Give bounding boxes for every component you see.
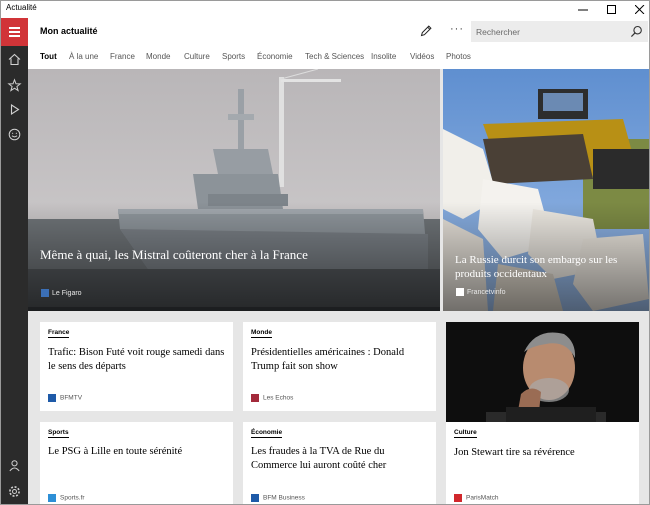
news-feed: Même à quai, les Mistral coûteront cher … — [28, 69, 649, 504]
tab-photos[interactable]: Photos — [446, 52, 471, 61]
sports-fr-logo-icon — [48, 494, 56, 502]
maximize-button[interactable] — [598, 1, 626, 18]
card-source-name: ParisMatch — [466, 494, 499, 502]
hamburger-menu-button[interactable] — [1, 18, 28, 46]
close-button[interactable] — [626, 1, 649, 18]
title-bar: Actualité — [1, 1, 649, 18]
settings-icon[interactable] — [7, 484, 22, 499]
tab-monde[interactable]: Monde — [146, 52, 170, 61]
tab-insolite[interactable]: Insolite — [371, 52, 396, 61]
account-icon[interactable] — [7, 458, 22, 473]
hero-source-name: Le Figaro — [52, 289, 82, 297]
card-title: Les fraudes à la TVA de Rue du Commerce … — [251, 446, 387, 472]
card-source-name: BFMTV — [60, 394, 83, 402]
bfmtv-logo-icon — [48, 394, 56, 402]
card-source: BFM Business — [251, 494, 305, 502]
card-category: Culture — [454, 429, 477, 438]
hero-article-main[interactable]: Même à quai, les Mistral coûteront cher … — [28, 69, 440, 311]
hero-article-side[interactable]: La Russie durcit son embargo sur les pro… — [443, 69, 649, 311]
card-category: Économie — [251, 429, 283, 438]
hero-source: Le Figaro — [41, 289, 82, 297]
hero-side-source: Francetvinfo — [456, 288, 506, 296]
category-tabs: Tout À la une France Monde Culture Sport… — [28, 46, 649, 68]
hero-headline: Même à quai, les Mistral coûteront cher … — [40, 247, 308, 262]
app-window: Actualité Mon actualité ··· Rechercher T… — [0, 0, 650, 505]
card-photo-portrait — [446, 322, 639, 422]
video-icon[interactable] — [7, 102, 22, 117]
tab-economie[interactable]: Économie — [257, 52, 293, 61]
tab-france[interactable]: France — [110, 52, 135, 61]
sidebar — [1, 18, 28, 504]
card-source: BFMTV — [48, 394, 82, 402]
card-title: Le PSG à Lille en toute sérénité — [48, 446, 183, 457]
pen-icon[interactable] — [419, 24, 433, 38]
card-title: Trafic: Bison Futé voit rouge samedi dan… — [48, 347, 225, 373]
card-source: Sports.fr — [48, 494, 85, 502]
card-source: ParisMatch — [454, 494, 499, 502]
search-box — [471, 21, 648, 42]
search-icon[interactable] — [630, 25, 643, 38]
le-figaro-logo-icon — [41, 289, 49, 297]
tab-tout[interactable]: Tout — [40, 52, 57, 61]
card-category: Monde — [251, 329, 272, 338]
hero-image-warship — [28, 69, 440, 311]
card-source-name: Les Echos — [263, 394, 294, 402]
window-title: Actualité — [6, 3, 37, 12]
news-card-france[interactable]: France Trafic: Bison Futé voit rouge sam… — [40, 322, 233, 411]
card-category: Sports — [48, 429, 69, 438]
card-source: Les Echos — [251, 394, 293, 402]
card-title: Présidentielles américaines : Donald Tru… — [251, 347, 405, 373]
les-echos-logo-icon — [251, 394, 259, 402]
parismatch-logo-icon — [454, 494, 462, 502]
news-card-monde[interactable]: Monde Présidentielles américaines : Dona… — [243, 322, 436, 411]
news-card-economie[interactable]: Économie Les fraudes à la TVA de Rue du … — [243, 422, 436, 504]
tab-culture[interactable]: Culture — [184, 52, 210, 61]
bfm-business-logo-icon — [251, 494, 259, 502]
close-icon — [635, 5, 645, 14]
tab-videos[interactable]: Vidéos — [410, 52, 434, 61]
card-category: France — [48, 329, 70, 338]
card-title: Jon Stewart tire sa révérence — [454, 447, 575, 458]
page-header: Mon actualité ··· — [28, 18, 649, 46]
maximize-icon — [607, 5, 616, 14]
favorites-icon[interactable] — [7, 78, 22, 93]
news-card-sports[interactable]: Sports Le PSG à Lille en toute sérénité … — [40, 422, 233, 504]
minimize-button[interactable] — [569, 1, 597, 18]
news-card-culture[interactable]: Culture Jon Stewart tire sa révérence Pa… — [446, 322, 639, 504]
smiley-icon[interactable] — [7, 127, 22, 142]
minimize-icon — [578, 9, 588, 11]
more-options-button[interactable]: ··· — [450, 24, 464, 38]
home-icon[interactable] — [7, 52, 22, 67]
hero-side-source-name: Francetvinfo — [467, 288, 506, 296]
tab-a-la-une[interactable]: À la une — [69, 52, 98, 61]
tab-tech-sciences[interactable]: Tech & Sciences — [305, 52, 364, 61]
hero-side-headline: La Russie durcit son embargo sur les pro… — [455, 254, 618, 280]
francetvinfo-logo-icon — [456, 288, 464, 296]
card-source-name: BFM Business — [263, 494, 305, 502]
search-input[interactable] — [471, 21, 626, 42]
page-title: Mon actualité — [40, 26, 98, 36]
card-source-name: Sports.fr — [60, 494, 85, 502]
tab-sports[interactable]: Sports — [222, 52, 245, 61]
